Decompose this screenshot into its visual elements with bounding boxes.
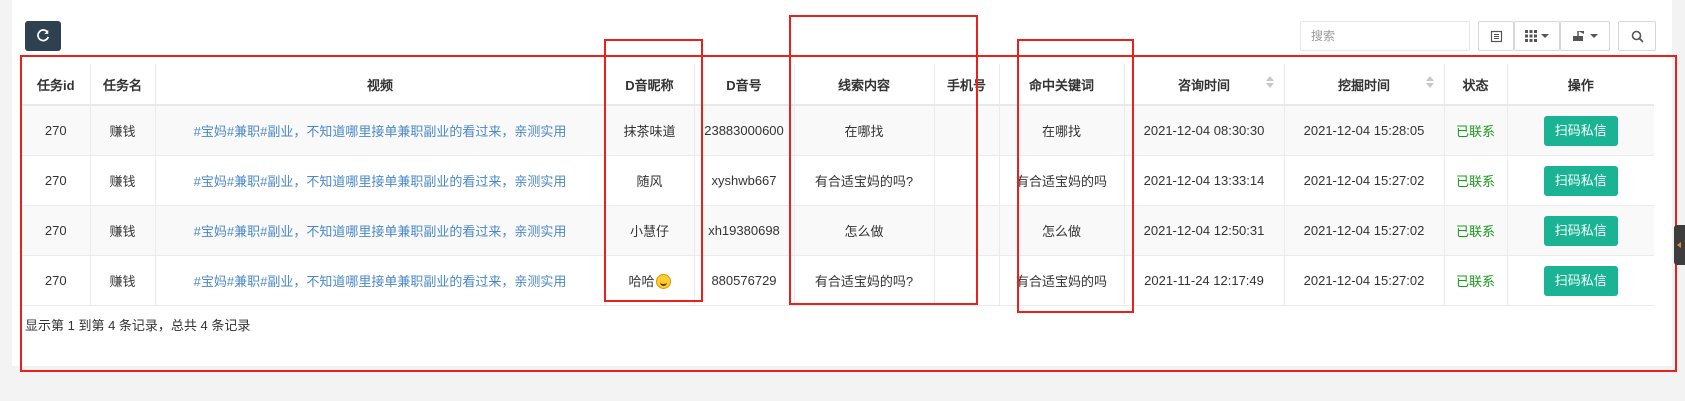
- sort-icon[interactable]: [1265, 76, 1274, 88]
- cell-account: 880576729: [694, 255, 795, 306]
- cell-task-name: 赚钱: [90, 205, 156, 256]
- cell-nickname: 随风: [605, 155, 695, 206]
- advanced-search-button[interactable]: [1618, 21, 1656, 51]
- list-icon: [1490, 30, 1502, 42]
- scan-message-button[interactable]: 扫码私信: [1543, 165, 1618, 196]
- cell-mine-time: 2021-12-04 15:27:02: [1284, 205, 1445, 256]
- scan-message-button[interactable]: 扫码私信: [1543, 215, 1618, 246]
- cell-action: 扫码私信: [1507, 255, 1654, 306]
- cell-task-name: 赚钱: [90, 255, 156, 306]
- cell-task-id: 270: [22, 205, 91, 256]
- cell-nickname: 抹茶味道: [605, 105, 695, 156]
- status-text: 已联系: [1455, 174, 1495, 189]
- cell-status: 已联系: [1444, 205, 1508, 256]
- sort-icon[interactable]: [1425, 76, 1434, 88]
- column-header-account[interactable]: D音号: [694, 64, 795, 106]
- cell-account: xyshwb667: [694, 155, 795, 206]
- cell-consult-time: 2021-11-24 12:17:49: [1124, 255, 1285, 306]
- table-row: 270 赚钱 #宝妈#兼职#副业，不知道哪里接单兼职副业的看过来，亲测实用 小慧…: [22, 205, 1654, 256]
- column-header-phone[interactable]: 手机号: [934, 64, 1000, 106]
- cell-account: 23883000600: [694, 105, 795, 156]
- cell-clue: 有合适宝妈的吗?: [794, 155, 935, 206]
- refresh-button[interactable]: [25, 21, 61, 51]
- column-header-consult-time[interactable]: 咨询时间: [1124, 64, 1285, 106]
- cell-keyword: 有合适宝妈的吗: [999, 255, 1125, 306]
- column-header-clue[interactable]: 线索内容: [794, 64, 935, 106]
- cell-status: 已联系: [1444, 105, 1508, 156]
- refresh-icon: [37, 29, 50, 42]
- export-icon: [1573, 31, 1584, 41]
- toggle-view-button[interactable]: [1478, 21, 1514, 51]
- column-header-action: 操作: [1507, 64, 1654, 106]
- cell-action: 扫码私信: [1507, 155, 1654, 206]
- cell-task-id: 270: [22, 155, 91, 206]
- column-header-label: 咨询时间: [1177, 77, 1230, 93]
- column-header-status[interactable]: 状态: [1444, 64, 1508, 106]
- video-link[interactable]: #宝妈#兼职#副业，不知道哪里接单兼职副业的看过来，亲测实用: [194, 174, 567, 189]
- search-input[interactable]: [1300, 21, 1470, 51]
- cell-clue: 在哪找: [794, 105, 935, 156]
- cell-task-name: 赚钱: [90, 155, 156, 206]
- cell-account: xh19380698: [694, 205, 795, 256]
- cell-keyword: 有合适宝妈的吗: [999, 155, 1125, 206]
- column-header-keyword[interactable]: 命中关键词: [999, 64, 1125, 106]
- cell-phone: [934, 105, 1000, 156]
- cell-mine-time: 2021-12-04 15:27:02: [1284, 155, 1445, 206]
- cell-keyword: 在哪找: [999, 105, 1125, 156]
- cell-phone: [934, 205, 1000, 256]
- data-table: 任务id 任务名 视频 D音昵称 D音号 线索内容 手机号 命中关键词 咨询时间…: [22, 64, 1654, 306]
- search-icon: [1631, 30, 1644, 43]
- smile-emoji-icon: [655, 274, 671, 289]
- status-text: 已联系: [1455, 274, 1495, 289]
- nickname-text: 哈哈: [628, 274, 655, 289]
- video-link[interactable]: #宝妈#兼职#副业，不知道哪里接单兼职副业的看过来，亲测实用: [194, 224, 567, 239]
- column-header-nickname[interactable]: D音昵称: [605, 64, 695, 106]
- cell-video: #宝妈#兼职#副业，不知道哪里接单兼职副业的看过来，亲测实用: [155, 155, 606, 206]
- column-header-mine-time[interactable]: 挖掘时间: [1284, 64, 1445, 106]
- pagination-summary: 显示第 1 到第 4 条记录，总共 4 条记录: [25, 318, 251, 333]
- table-row: 270 赚钱 #宝妈#兼职#副业，不知道哪里接单兼职副业的看过来，亲测实用 哈哈…: [22, 255, 1654, 306]
- column-header-video[interactable]: 视频: [155, 64, 606, 106]
- cell-keyword: 怎么做: [999, 205, 1125, 256]
- column-header-task-name[interactable]: 任务名: [90, 64, 156, 106]
- table-header-row: 任务id 任务名 视频 D音昵称 D音号 线索内容 手机号 命中关键词 咨询时间…: [22, 64, 1654, 106]
- cell-video: #宝妈#兼职#副业，不知道哪里接单兼职副业的看过来，亲测实用: [155, 255, 606, 306]
- cell-mine-time: 2021-12-04 15:28:05: [1284, 105, 1445, 156]
- cell-clue: 有合适宝妈的吗?: [794, 255, 935, 306]
- columns-dropdown-button[interactable]: [1514, 21, 1560, 51]
- cell-action: 扫码私信: [1507, 105, 1654, 156]
- column-header-label: 挖掘时间: [1337, 77, 1390, 93]
- cell-status: 已联系: [1444, 155, 1508, 206]
- cell-nickname: 小慧仔: [605, 205, 695, 256]
- video-link[interactable]: #宝妈#兼职#副业，不知道哪里接单兼职副业的看过来，亲测实用: [194, 274, 567, 289]
- grid-columns-icon: [1525, 30, 1537, 42]
- cell-action: 扫码私信: [1507, 205, 1654, 256]
- table-row: 270 赚钱 #宝妈#兼职#副业，不知道哪里接单兼职副业的看过来，亲测实用 随风…: [22, 155, 1654, 206]
- table-row: 270 赚钱 #宝妈#兼职#副业，不知道哪里接单兼职副业的看过来，亲测实用 抹茶…: [22, 105, 1654, 156]
- chevron-down-icon: [1590, 34, 1598, 38]
- scan-message-button[interactable]: 扫码私信: [1543, 115, 1618, 146]
- cell-task-name: 赚钱: [90, 105, 156, 156]
- status-text: 已联系: [1455, 124, 1495, 139]
- cell-status: 已联系: [1444, 255, 1508, 306]
- scan-message-button[interactable]: 扫码私信: [1543, 265, 1618, 296]
- cell-phone: [934, 155, 1000, 206]
- cell-consult-time: 2021-12-04 12:50:31: [1124, 205, 1285, 256]
- column-header-task-id[interactable]: 任务id: [22, 64, 91, 106]
- chevron-down-icon: [1541, 34, 1549, 38]
- cell-mine-time: 2021-12-04 15:27:02: [1284, 255, 1445, 306]
- cell-task-id: 270: [22, 105, 91, 156]
- cell-phone: [934, 255, 1000, 306]
- cell-task-id: 270: [22, 255, 91, 306]
- video-link[interactable]: #宝妈#兼职#副业，不知道哪里接单兼职副业的看过来，亲测实用: [194, 124, 567, 139]
- side-panel-toggle[interactable]: [1674, 225, 1685, 265]
- export-dropdown-button[interactable]: [1560, 21, 1610, 51]
- cell-consult-time: 2021-12-04 08:30:30: [1124, 105, 1285, 156]
- cell-clue: 怎么做: [794, 205, 935, 256]
- cell-video: #宝妈#兼职#副业，不知道哪里接单兼职副业的看过来，亲测实用: [155, 205, 606, 256]
- cell-consult-time: 2021-12-04 13:33:14: [1124, 155, 1285, 206]
- cell-nickname: 哈哈: [605, 255, 695, 306]
- status-text: 已联系: [1455, 224, 1495, 239]
- cell-video: #宝妈#兼职#副业，不知道哪里接单兼职副业的看过来，亲测实用: [155, 105, 606, 156]
